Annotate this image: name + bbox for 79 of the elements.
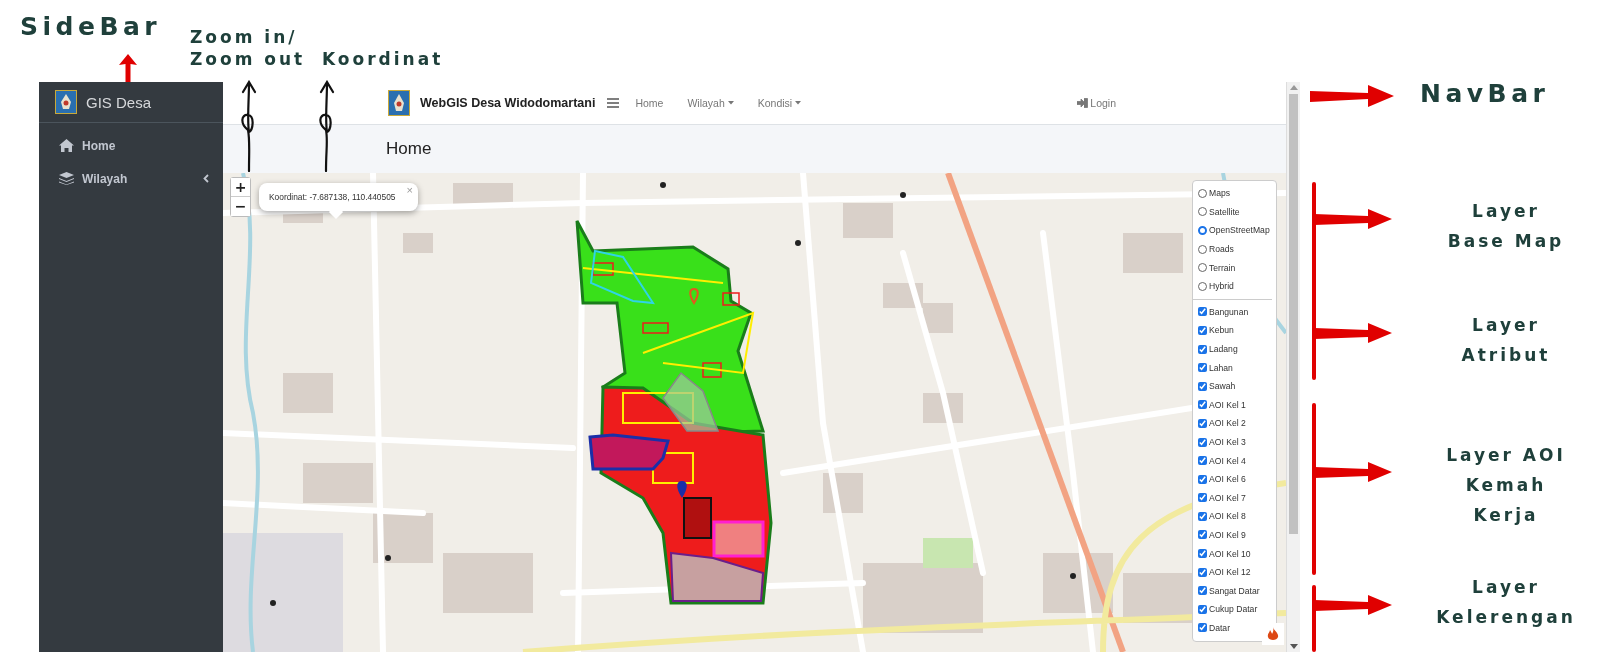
layer-label: AOI Kel 8: [1209, 511, 1246, 522]
checkbox[interactable]: [1198, 344, 1207, 354]
layer-label: AOI Kel 2: [1209, 418, 1246, 429]
checkbox[interactable]: [1198, 493, 1207, 503]
checkbox[interactable]: [1198, 307, 1207, 317]
nav-link[interactable]: Kondisi: [757, 97, 802, 109]
layer-label: AOI Kel 4: [1209, 455, 1246, 466]
layer-label: Lahan: [1209, 362, 1233, 373]
layer-label: AOI Kel 3: [1209, 437, 1246, 447]
checkbox[interactable]: [1198, 567, 1207, 577]
layer-label: Bangunan: [1209, 306, 1249, 317]
layer-label: AOI Kel 9: [1209, 530, 1246, 540]
checkbox[interactable]: [1198, 400, 1207, 410]
checkbox[interactable]: [1198, 474, 1207, 484]
checkbox[interactable]: [1198, 530, 1207, 540]
layer-label: Hybrid: [1209, 281, 1234, 292]
pointer-arrow: [118, 54, 138, 82]
annotation-label: Layer Base Map: [1446, 200, 1566, 253]
layer-label: Terrain: [1209, 262, 1236, 273]
nav-link[interactable]: Wilayah: [687, 97, 734, 109]
emblem-icon: [55, 90, 77, 114]
annotation-label: Layer Kelerengan: [1435, 576, 1577, 629]
layer-label: Ladang: [1209, 344, 1238, 355]
checkbox[interactable]: [1198, 437, 1207, 447]
layer-label: AOI Kel 12: [1209, 567, 1251, 578]
checkbox[interactable]: [1198, 586, 1207, 596]
login-link[interactable]: Login: [1077, 97, 1116, 109]
annotation-label: SideBar: [20, 12, 162, 42]
layer-label: Satellite: [1209, 206, 1240, 217]
layers-icon: [59, 172, 74, 185]
checkbox[interactable]: [1198, 381, 1207, 391]
layer-label: AOI Kel 10: [1209, 548, 1251, 559]
home-icon: [59, 139, 74, 152]
layer-label: OpenStreetMap: [1209, 225, 1270, 236]
radio-button[interactable]: [1198, 188, 1207, 198]
zoom-in-button[interactable]: +: [231, 178, 250, 197]
radio-button[interactable]: [1198, 281, 1207, 291]
layer-label: AOI Kel 7: [1209, 492, 1246, 503]
scrollbar-thumb[interactable]: [1289, 94, 1298, 534]
annotation-label: Zoom in/ Zoom out: [190, 26, 306, 70]
radio-button[interactable]: [1198, 263, 1207, 273]
checkbox[interactable]: [1198, 549, 1207, 559]
annotation-label: Koordinat: [322, 48, 444, 70]
checkbox[interactable]: [1198, 456, 1207, 466]
scroll-down-icon[interactable]: [1289, 644, 1298, 649]
checkbox[interactable]: [1198, 418, 1207, 428]
site-title: WebGIS Desa Widodomartani: [420, 96, 596, 110]
scroll-up-icon[interactable]: [1289, 85, 1298, 90]
layer-label: Maps: [1209, 188, 1230, 199]
checkbox[interactable]: [1198, 604, 1207, 614]
layer-label: Roads: [1209, 244, 1234, 255]
layer-label: Kebun: [1209, 325, 1234, 336]
flame-icon: [1267, 626, 1279, 642]
layer-label: Sangat Datar: [1209, 585, 1260, 596]
radio-button[interactable]: [1198, 226, 1207, 235]
app-title: GIS Desa: [86, 93, 152, 111]
checkbox[interactable]: [1198, 325, 1207, 335]
checkbox[interactable]: [1198, 623, 1207, 633]
coordinate-text: Koordinat: -7.687138, 110.440505: [269, 192, 396, 202]
nav-link[interactable]: Home: [635, 97, 664, 109]
annotation-label: Layer AOI Kemah Kerja: [1445, 444, 1567, 527]
sign-in-icon: [1077, 98, 1089, 108]
sidebar-item[interactable]: Wilayah: [39, 162, 223, 195]
layer-label: AOI Kel 6: [1209, 474, 1246, 485]
layer-label: AOI Kel 1: [1209, 399, 1246, 410]
close-button[interactable]: ×: [406, 184, 413, 196]
checkbox[interactable]: [1198, 363, 1207, 373]
layer-label: Datar: [1209, 622, 1230, 633]
radio-button[interactable]: [1198, 207, 1207, 217]
radio-button[interactable]: [1198, 244, 1207, 254]
sidebar-item[interactable]: Home: [39, 129, 223, 162]
emblem-icon: [388, 90, 410, 116]
layer-label: Sawah: [1209, 381, 1236, 392]
checkbox[interactable]: [1198, 511, 1207, 521]
page-title: Home: [386, 139, 432, 159]
menu-icon[interactable]: [607, 98, 620, 108]
annotation-label: Layer Atribut: [1460, 314, 1552, 367]
layer-label: Cukup Datar: [1209, 604, 1258, 615]
annotation-label: NavBar: [1420, 79, 1550, 109]
